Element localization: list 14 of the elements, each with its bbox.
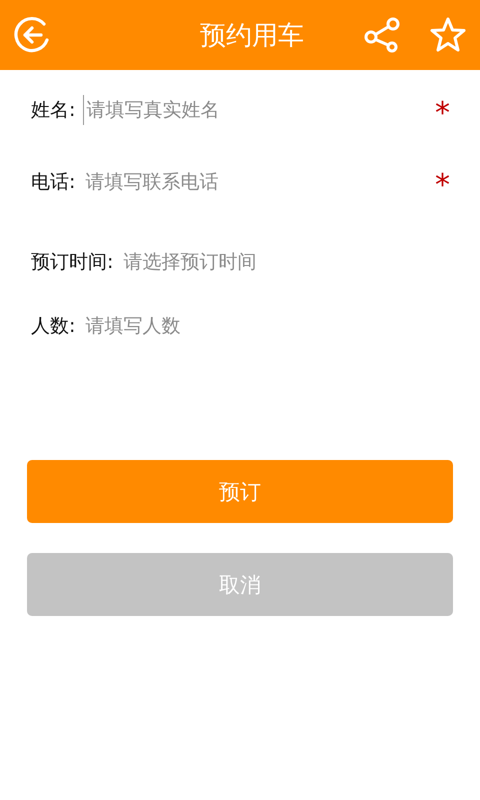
field-label: 预订时间:	[31, 250, 114, 275]
field-label: 电话:	[31, 170, 76, 195]
book-button[interactable]: 预订	[27, 460, 453, 523]
field-label: 姓名:	[31, 98, 76, 123]
required-mark: *	[435, 99, 450, 129]
input-field[interactable]: 请选择预订时间	[121, 247, 450, 277]
cancel-button[interactable]: 取消	[27, 553, 453, 616]
required-mark: *	[435, 171, 450, 201]
page-title: 预约用车	[199, 20, 305, 52]
input-field[interactable]: 请填写人数	[83, 311, 450, 341]
input-field[interactable]: 请填写真实姓名	[83, 95, 435, 125]
field-label: 人数:	[31, 314, 76, 339]
input-field[interactable]: 请填写联系电话	[83, 167, 435, 197]
share-icon[interactable]	[362, 15, 402, 55]
